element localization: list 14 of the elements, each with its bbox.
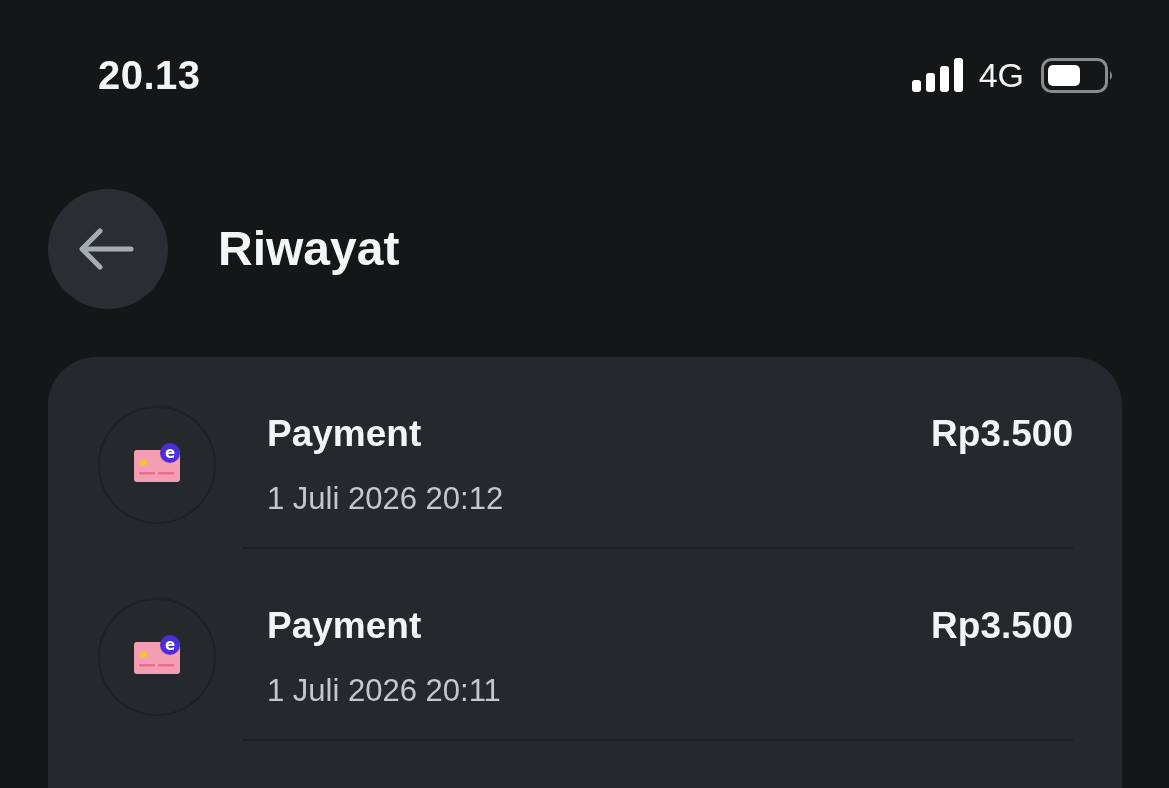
transaction-amount: Rp3.500: [931, 412, 1073, 456]
transaction-title: Payment: [267, 604, 422, 648]
battery-icon: [1041, 57, 1114, 93]
transaction-title: Payment: [267, 412, 422, 456]
signal-icon: [911, 58, 963, 92]
status-time: 20.13: [98, 52, 201, 99]
transaction-date: 1 Juli 2026 20:11: [267, 672, 502, 710]
payment-card-icon: e: [98, 406, 216, 524]
transaction-amount: Rp3.500: [931, 604, 1073, 648]
back-arrow-icon: [78, 227, 134, 271]
page-title: Riwayat: [218, 221, 400, 277]
transaction-date: 1 Juli 2026 20:12: [267, 480, 505, 518]
payment-card-icon: e: [98, 598, 216, 716]
network-type: 4G: [978, 55, 1024, 95]
